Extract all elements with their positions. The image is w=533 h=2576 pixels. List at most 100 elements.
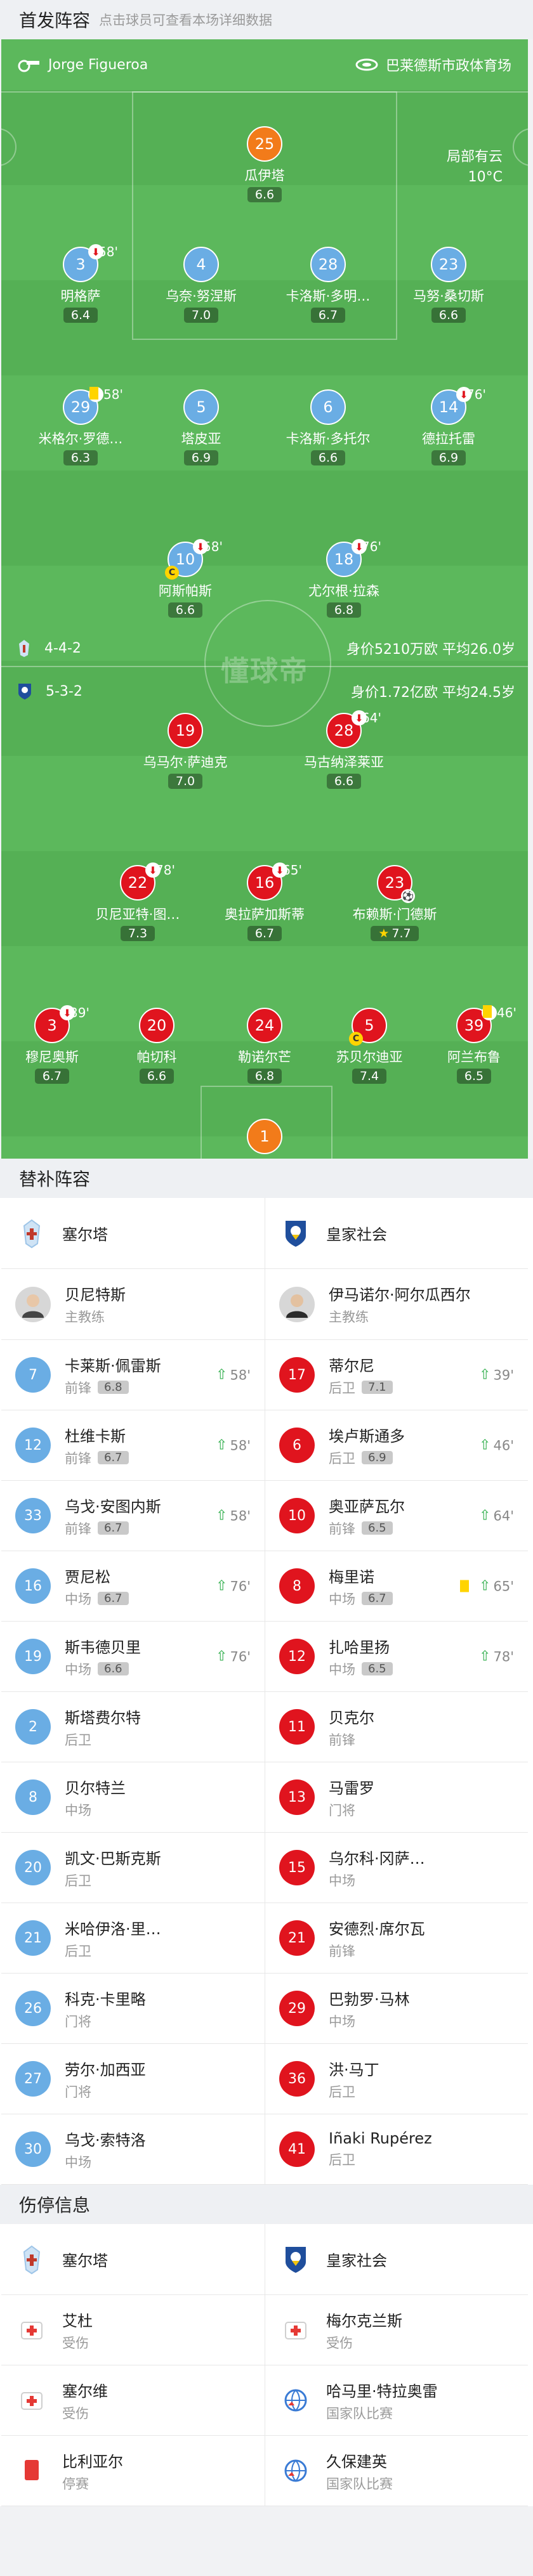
away-injured-player[interactable]: 梅尔克兰斯 受伤 [265, 2295, 528, 2365]
player-name: 蒂尔尼 [329, 1356, 374, 1375]
away-injured-player[interactable]: 哈马里·特拉奥雷 国家队比赛 [265, 2365, 528, 2435]
player-number-badge: 29 [279, 1991, 315, 2026]
away-sub-player[interactable]: 6 埃卢斯通多 后卫 6.9 ⇧ 46' [265, 1410, 528, 1480]
home-player-1[interactable]: 25 瓜伊塔 6.6 [201, 126, 328, 202]
away-sub-player[interactable]: 29 巴勃罗·马林 中场 [265, 1974, 528, 2043]
home-sub-player[interactable]: 2 斯塔费尔特 后卫 [1, 1692, 265, 1762]
away-player-10[interactable]: 39⬇46'阿兰布鲁6.5 [411, 1005, 528, 1084]
away-player-1[interactable]: 19 乌马尔·萨迪克 7.0 [122, 713, 249, 789]
away-sub-player[interactable]: 13 马雷罗 门将 [265, 1762, 528, 1832]
player-name: 奥拉萨加斯蒂 [225, 907, 305, 922]
away-sub-player[interactable]: 11 贝克尔 前锋 [265, 1692, 528, 1762]
player-number: 28 [334, 722, 354, 739]
player-position: 前锋 [65, 1521, 91, 1537]
away-team-cell[interactable]: 皇家社会 [265, 1198, 528, 1268]
home-sub-player[interactable]: 19 斯韦德贝里 中场 6.6 ⇧ 76' [1, 1622, 265, 1691]
player-rating-value: 6.6 [318, 451, 338, 465]
away-player-2[interactable]: 28 ⬇ 64' 马古纳泽莱亚 6.6 [280, 710, 407, 789]
player-name: 劳尔·加西亚 [65, 2060, 146, 2079]
away-sub-player[interactable]: 21 安德烈·席尔瓦 前锋 [265, 1903, 528, 1973]
home-player-9[interactable]: 14 ⬇ 76' 德拉托雷 6.9 [385, 387, 512, 465]
captain-badge: C [165, 566, 179, 580]
sub-in-time: 64' [493, 1508, 515, 1523]
weather-info: 局部有云 10°C [447, 147, 503, 188]
player-position: 后卫 [65, 1943, 91, 1959]
away-player-3[interactable]: 22 ⬇ 78' 贝尼亚特·图… 7.3 [74, 862, 201, 941]
away-player-4[interactable]: 16 ⬇ 65' 奥拉萨加斯蒂 6.7 [201, 862, 328, 941]
away-player-11[interactable]: 1雷米罗6.8 [201, 1119, 328, 1159]
home-player-3[interactable]: 4 乌奈·努涅斯 7.0 [138, 247, 265, 323]
player-position: 中场 [65, 1802, 91, 1818]
away-sub-player[interactable]: 8 梅里诺 中场 6.7 ⇧ 65' [265, 1551, 528, 1621]
home-sub-player[interactable]: 26 科克·卡里略 门将 [1, 1974, 265, 2043]
player-name: 乌戈·安图内斯 [65, 1497, 161, 1516]
home-sub-player[interactable]: 21 米哈伊洛·里… 后卫 [1, 1903, 265, 1973]
away-sub-player[interactable]: 41 Iñaki Rupérez 后卫 [265, 2114, 528, 2184]
home-player-7[interactable]: 5 塔皮亚 6.9 [138, 389, 265, 465]
home-sub-player[interactable]: 30 乌戈·索特洛 中场 [1, 2114, 265, 2184]
home-team-cell[interactable]: 塞尔塔 [1, 2224, 265, 2294]
home-team-crest-icon [19, 640, 29, 657]
home-team-cell[interactable]: 塞尔塔 [1, 1198, 265, 1268]
player-number-badge: 12 [279, 1639, 315, 1674]
player-number-badge: 10 ⬇ C [165, 539, 208, 580]
home-player-10[interactable]: 10 ⬇ C 58' 阿斯帕斯 6.6 [122, 539, 249, 618]
page-bottom-spacer [0, 2506, 533, 2576]
player-name: 马努·桑切斯 [413, 289, 484, 304]
player-rating: 7.3 [120, 926, 155, 941]
home-injured-player[interactable]: 塞尔维 受伤 [1, 2365, 265, 2435]
home-player-2[interactable]: 3 ⬇ 58' 明格萨 6.4 [17, 244, 144, 323]
away-formation: 5-3-2 [46, 683, 82, 699]
home-sub-player[interactable]: 33 乌戈·安图内斯 前锋 6.7 ⇧ 58' [1, 1481, 265, 1551]
player-position: 中场 [329, 1662, 355, 1677]
player-number-badge: 28 ⬇ [326, 710, 367, 748]
home-player-4[interactable]: 28 卡洛斯·多明… 6.7 [265, 247, 392, 323]
sub-in-info: ⇧ 58' [216, 1508, 251, 1524]
player-number-badge: 14 ⬇ [431, 387, 471, 425]
home-sub-player[interactable]: 12 杜维卡斯 前锋 6.7 ⇧ 58' [1, 1410, 265, 1480]
away-sub-player[interactable]: 36 洪·马丁 后卫 [265, 2044, 528, 2114]
player-rating: 6.9 [183, 450, 219, 465]
home-sub-player[interactable]: 8 贝尔特兰 中场 [1, 1762, 265, 1832]
home-sub-player[interactable]: 7 卡莱斯·佩雷斯 前锋 6.8 ⇧ 58' [1, 1340, 265, 1410]
player-rating-value: 6.6 [254, 188, 275, 202]
home-sub-player[interactable]: 20 凯文·巴斯克斯 后卫 [1, 1833, 265, 1903]
player-rating-value: 7.0 [191, 308, 211, 322]
injuries-team-row: 塞尔塔 皇家社会 [1, 2224, 528, 2295]
player-name: Iñaki Rupérez [329, 2130, 432, 2147]
home-player-5[interactable]: 23 马努·桑切斯 6.6 [385, 247, 512, 323]
player-name: 卡洛斯·多托尔 [286, 431, 371, 446]
weather-text: 局部有云 [446, 149, 503, 165]
away-coach-cell[interactable]: 伊马诺尔·阿尔瓜西尔 主教练 [265, 1269, 528, 1339]
player-rating: 6.8 [98, 1381, 129, 1394]
player-rating-value: 6.4 [70, 308, 91, 322]
away-sub-player[interactable]: 15 乌尔科·冈萨… 中场 [265, 1833, 528, 1903]
player-rating: 6.8 [326, 602, 362, 618]
player-number-badge: 8 [15, 1779, 51, 1815]
player-name: 马古纳泽莱亚 [304, 755, 384, 770]
home-player-6[interactable]: 29⬇58'米格尔·罗德…6.3 [17, 387, 144, 465]
home-injured-player[interactable]: 艾杜 受伤 [1, 2295, 265, 2365]
home-injured-player[interactable]: 比利亚尔 停赛 [1, 2436, 265, 2506]
away-player-5[interactable]: 23 ⚽ 布赖斯·门德斯 ★ 7.7 [331, 865, 458, 941]
temperature-text: 10°C [468, 169, 503, 185]
home-coach-cell[interactable]: 贝尼特斯 主教练 [1, 1269, 265, 1339]
sub-in-time: 46' [493, 1438, 515, 1453]
player-rating: 6.6 [139, 1069, 174, 1084]
away-sub-player[interactable]: 17 蒂尔尼 后卫 7.1 ⇧ 39' [265, 1340, 528, 1410]
player-number-badge: 41 [279, 2131, 315, 2167]
home-sub-player[interactable]: 27 劳尔·加西亚 门将 [1, 2044, 265, 2114]
red-card-icon [15, 2454, 48, 2487]
away-injured-player[interactable]: 久保建英 国家队比赛 [265, 2436, 528, 2506]
home-team-crest-icon [15, 1217, 48, 1250]
absence-reason: 受伤 [62, 2335, 89, 2351]
player-number-badge: 27 [15, 2061, 51, 2097]
player-name: 布赖斯·门德斯 [352, 907, 437, 922]
away-sub-player[interactable]: 12 扎哈里扬 中场 6.5 ⇧ 78' [265, 1622, 528, 1691]
away-team-cell[interactable]: 皇家社会 [265, 2224, 528, 2294]
player-number-badge: 10 [279, 1498, 315, 1533]
home-player-11[interactable]: 18 ⬇ 76' 尤尔根·拉森 6.8 [280, 539, 407, 618]
home-sub-player[interactable]: 16 贾尼松 中场 6.7 ⇧ 76' [1, 1551, 265, 1621]
away-sub-player[interactable]: 10 奥亚萨瓦尔 前锋 6.5 ⇧ 64' [265, 1481, 528, 1551]
home-player-8[interactable]: 6 卡洛斯·多托尔 6.6 [265, 389, 392, 465]
